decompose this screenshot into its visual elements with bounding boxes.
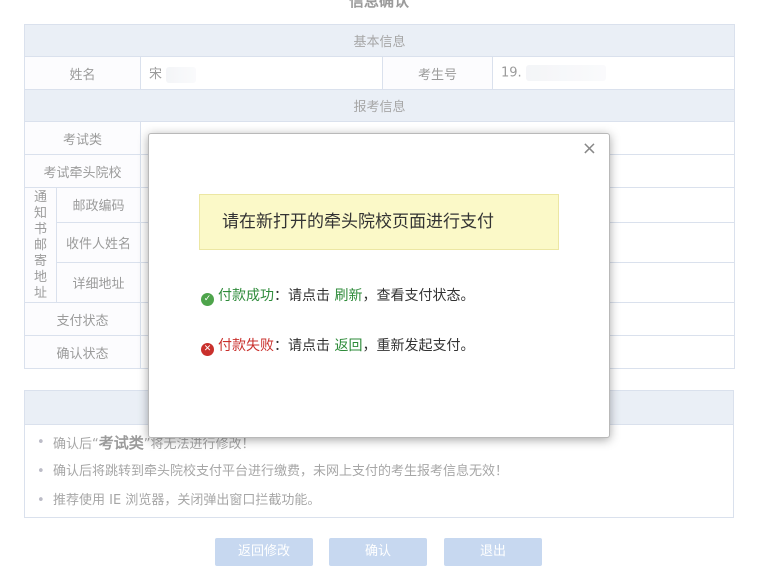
success-row: ✓ 付款成功：请点击 刷新，查看支付状态。 bbox=[201, 286, 474, 306]
success-text: ：请点击 bbox=[274, 288, 335, 304]
success-status: 付款成功 bbox=[218, 288, 274, 304]
failure-text: ：请点击 bbox=[274, 338, 335, 354]
failure-text: ，重新发起支付。 bbox=[362, 338, 475, 354]
payment-banner: 请在新打开的牵头院校页面进行支付 bbox=[199, 194, 559, 250]
payment-dialog: × 请在新打开的牵头院校页面进行支付 ✓ 付款成功：请点击 刷新，查看支付状态。 … bbox=[148, 133, 610, 438]
close-icon[interactable]: × bbox=[582, 140, 597, 158]
x-circle-icon: ✕ bbox=[201, 343, 214, 356]
success-text: ，查看支付状态。 bbox=[362, 288, 475, 304]
failure-status: 付款失败 bbox=[218, 338, 274, 354]
refresh-link[interactable]: 刷新 bbox=[334, 288, 362, 304]
failure-row: ✕ 付款失败：请点击 返回，重新发起支付。 bbox=[201, 336, 474, 356]
check-circle-icon: ✓ bbox=[201, 293, 214, 306]
back-link[interactable]: 返回 bbox=[334, 338, 362, 354]
